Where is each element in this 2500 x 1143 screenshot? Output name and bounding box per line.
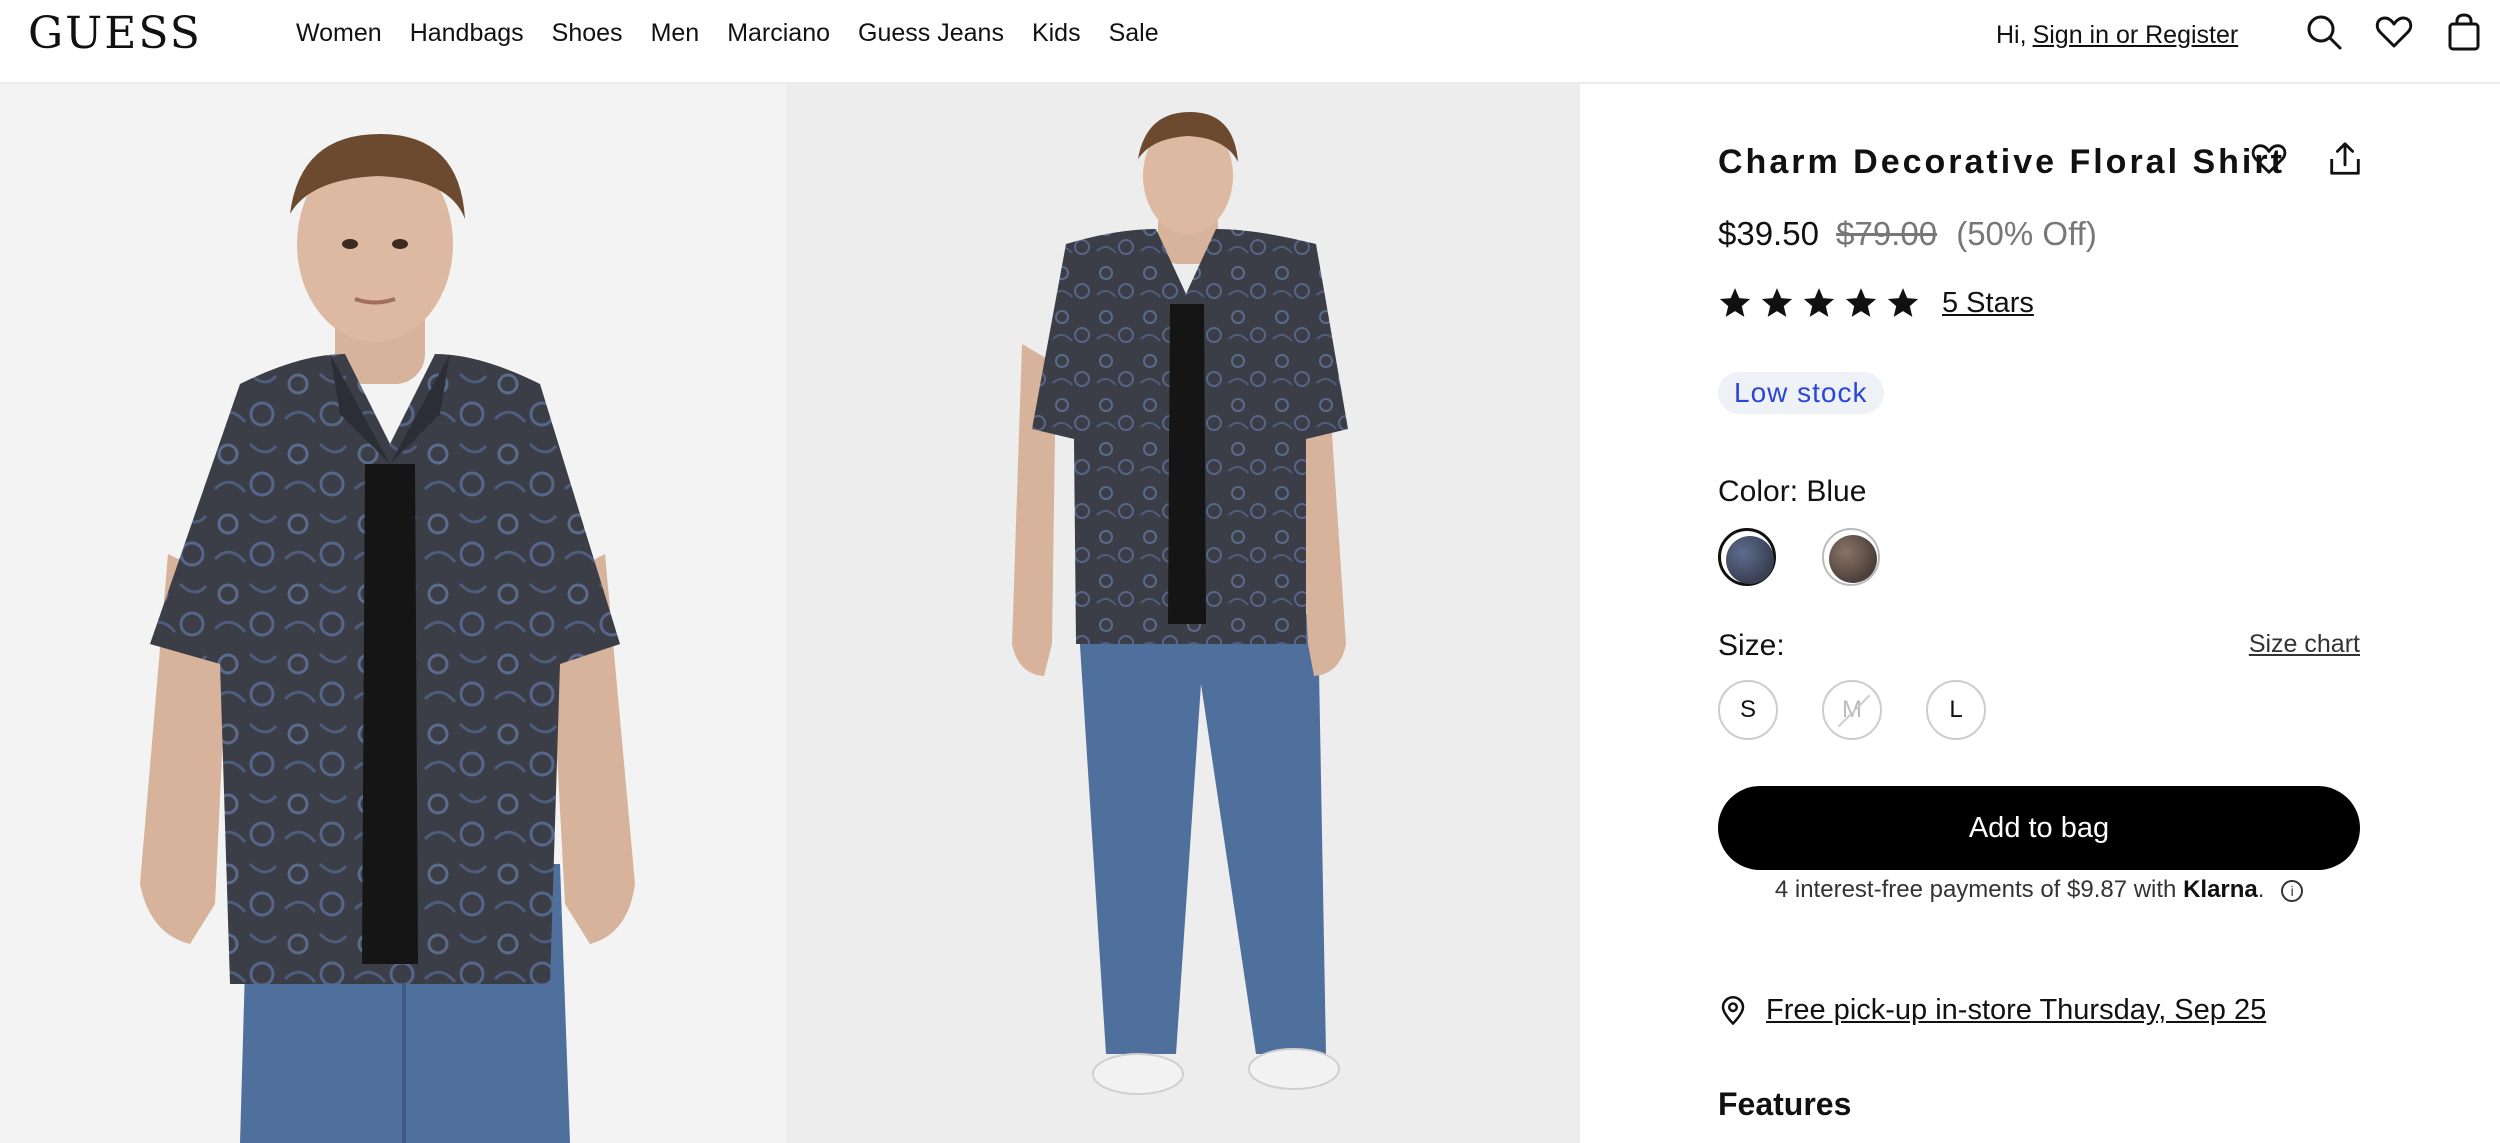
nav-item-handbags[interactable]: Handbags	[410, 17, 524, 49]
klarna-text: 4 interest-free payments of $9.87 with	[1774, 876, 2177, 903]
nav-item-marciano[interactable]: Marciano	[727, 17, 830, 49]
nav-item-guess-jeans[interactable]: Guess Jeans	[858, 17, 1004, 49]
star-icon	[1845, 288, 1877, 317]
star-icon	[1887, 288, 1919, 317]
size-label: Size:	[1718, 629, 1785, 662]
klarna-message: 4 interest-free payments of $9.87 with K…	[1718, 870, 2360, 910]
discount-label: (50% Off)	[1956, 215, 2097, 252]
nav-item-shoes[interactable]: Shoes	[552, 17, 623, 49]
color-label: Color: Blue	[1718, 475, 1867, 508]
pickup-row: Free pick-up in-store Thursday, Sep 25	[1718, 994, 2266, 1027]
product-image-full[interactable]	[786, 84, 1580, 1143]
brand-logo[interactable]: GUESS	[28, 8, 202, 60]
add-to-bag-button[interactable]: Add to bag	[1718, 786, 2360, 870]
klarna-suffix: .	[2257, 876, 2265, 903]
product-actions	[2250, 140, 2364, 178]
search-icon[interactable]	[2304, 12, 2344, 52]
color-swatch-blue[interactable]	[1718, 528, 1776, 586]
features-heading[interactable]: Features	[1718, 1086, 1851, 1123]
product-image-front[interactable]	[0, 84, 786, 1143]
main-nav: Women Handbags Shoes Men Marciano Guess …	[296, 17, 1187, 49]
stock-badge: Low stock	[1718, 372, 1884, 414]
star-icon	[1719, 288, 1751, 317]
star-icon	[1803, 288, 1835, 317]
nav-item-sale[interactable]: Sale	[1109, 17, 1159, 49]
swatch-fill	[1829, 535, 1877, 583]
nav-item-women[interactable]: Women	[296, 17, 382, 49]
size-option-m-unavailable[interactable]: M	[1822, 680, 1882, 740]
account-greeting: Hi, Sign in or Register	[1996, 19, 2238, 51]
location-pin-icon	[1721, 995, 1745, 1025]
wishlist-heart-icon[interactable]	[2250, 140, 2288, 178]
nav-item-kids[interactable]: Kids	[1032, 17, 1081, 49]
product-photo-fullbody	[1012, 112, 1348, 1095]
color-swatch-brown[interactable]	[1822, 528, 1880, 586]
klarna-logo: Klarna	[2183, 876, 2258, 903]
sale-price: $39.50	[1718, 215, 1819, 252]
product-title: Charm Decorative Floral Shirt	[1718, 143, 2285, 181]
sign-in-link[interactable]: Sign in or Register	[2033, 21, 2239, 49]
share-icon[interactable]	[2326, 140, 2364, 178]
heart-icon[interactable]	[2374, 12, 2414, 52]
info-icon[interactable]: i	[2281, 879, 2304, 902]
rating-row: 5 Stars	[1718, 286, 2034, 320]
price-row: $39.50 $79.00 (50% Off)	[1718, 212, 2097, 256]
swatch-fill	[1726, 536, 1774, 584]
product-photo-closeup	[140, 134, 635, 1143]
greeting-text: Hi,	[1996, 21, 2027, 49]
site-header: GUESS Women Handbags Shoes Men Marciano …	[0, 0, 2500, 84]
shopping-bag-icon[interactable]	[2444, 12, 2484, 52]
size-option-l[interactable]: L	[1926, 680, 1986, 740]
original-price: $79.00	[1836, 215, 1938, 252]
size-option-s[interactable]: S	[1718, 680, 1778, 740]
size-chart-link[interactable]: Size chart	[2249, 630, 2360, 659]
reviews-link[interactable]: 5 Stars	[1942, 287, 2034, 320]
nav-item-men[interactable]: Men	[651, 17, 700, 49]
pickup-link[interactable]: Free pick-up in-store Thursday, Sep 25	[1766, 994, 2266, 1027]
star-icon	[1761, 288, 1793, 317]
